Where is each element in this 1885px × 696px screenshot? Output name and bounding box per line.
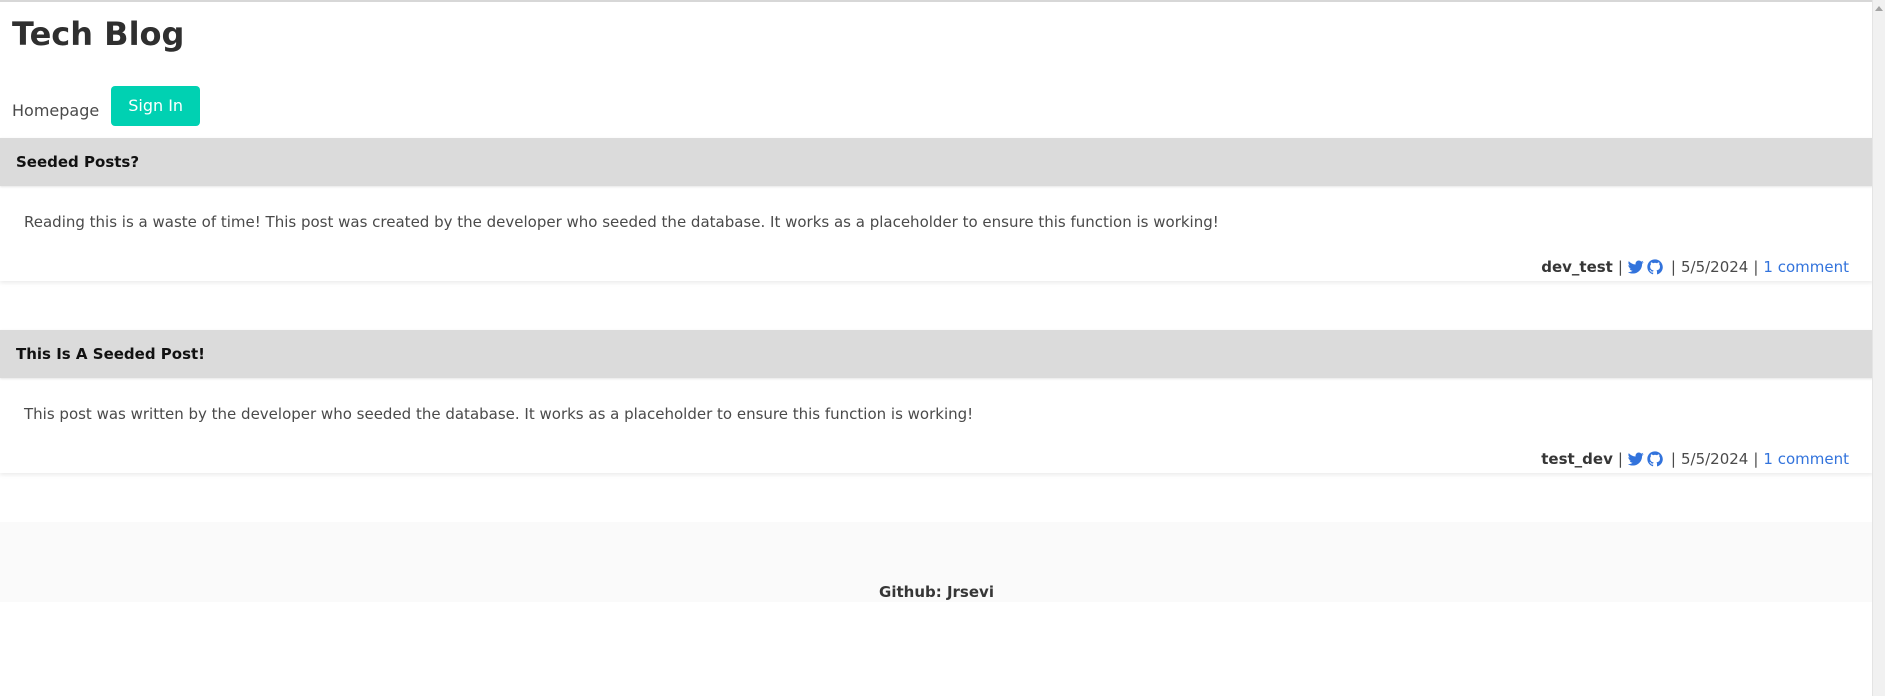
twitter-icon[interactable] [1627,259,1644,275]
separator: | [1617,450,1623,468]
footer-github-credit: Github: Jrsevi [879,583,994,601]
separator: | [1617,258,1623,276]
site-footer: Github: Jrsevi [0,522,1873,602]
post-title: This Is A Seeded Post! [16,345,206,363]
post-comments-link[interactable]: 1 comment [1763,450,1849,468]
post-meta: test_dev | | 5/5/2024 | 1 comment [1541,447,1849,471]
post-card: This Is A Seeded Post! This post was wri… [0,330,1873,473]
post-title: Seeded Posts? [16,153,140,171]
twitter-icon[interactable] [1627,451,1644,467]
sign-in-button[interactable]: Sign In [111,86,201,126]
separator: | [1670,450,1676,468]
post-meta: dev_test | | 5/5/2024 | 1 comment [1541,255,1849,279]
vertical-scrollbar[interactable] [1872,0,1885,696]
github-icon[interactable] [1647,259,1663,275]
post-date: 5/5/2024 [1680,258,1749,276]
post-author: test_dev [1541,450,1613,468]
post-header: This Is A Seeded Post! [0,330,1873,378]
nav-homepage-link[interactable]: Homepage [12,101,99,120]
separator: | [1670,258,1676,276]
post-author: dev_test [1541,258,1613,276]
separator: | [1753,258,1759,276]
separator: | [1753,450,1759,468]
post-body: Reading this is a waste of time! This po… [24,213,1219,231]
post-date: 5/5/2024 [1680,450,1749,468]
github-icon[interactable] [1647,451,1663,467]
site-title: Tech Blog [12,15,185,53]
post-card: Seeded Posts? Reading this is a waste of… [0,138,1873,281]
post-header: Seeded Posts? [0,138,1873,186]
main-nav: Homepage Sign In [12,86,201,126]
post-comments-link[interactable]: 1 comment [1763,258,1849,276]
post-body: This post was written by the developer w… [24,405,974,423]
scroll-up-arrow-icon[interactable] [1875,6,1883,11]
page: Tech Blog Homepage Sign In Seeded Posts?… [0,0,1873,696]
